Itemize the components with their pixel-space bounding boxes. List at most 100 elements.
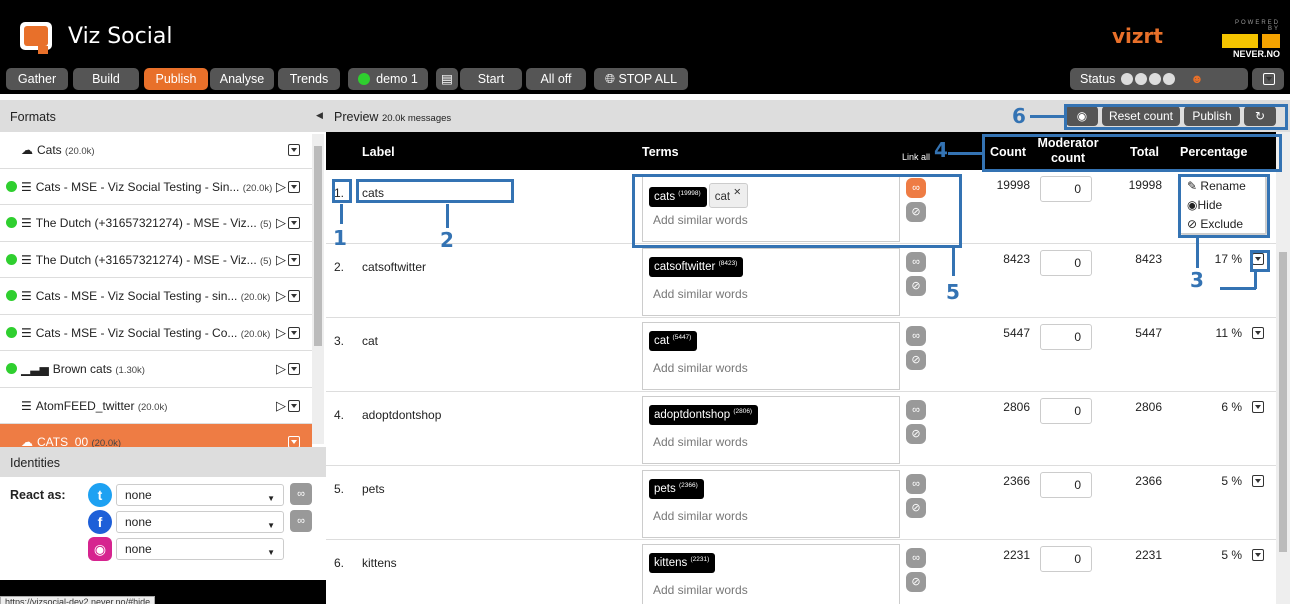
twitter-identity-select[interactable]: none ▼ [116,484,284,506]
tab-gather[interactable]: Gather [6,68,68,90]
menu-dropdown-icon[interactable] [1252,68,1284,90]
table-row: 3. cat cat (5447) Add similar words ∞ ⊘ … [326,318,1276,392]
row-count: 19998 [996,178,1030,192]
add-similar-words-input[interactable]: Add similar words [653,287,748,301]
unlink-icon[interactable]: ⊘ [906,424,926,444]
start-button[interactable]: Start [460,68,522,90]
play-icon[interactable]: ▷ [276,179,286,194]
facebook-identity-select[interactable]: none ▼ [116,511,284,533]
format-name: The Dutch (+31657321274) - MSE - Viz... [35,252,257,267]
stop-all-button[interactable]: 🌐︎ STOP ALL [594,68,688,90]
collapse-arrow-icon[interactable]: ◀ [316,110,323,121]
preview-scrollbar[interactable] [1276,132,1290,604]
play-icon[interactable]: ▷ [276,325,286,340]
app-title: Viz Social [68,24,173,49]
moderator-count-input[interactable]: 0 [1040,250,1092,276]
format-item[interactable]: ☰ The Dutch (+31657321274) - MSE - Viz...… [0,242,312,278]
row-count: 8423 [1003,252,1030,266]
row-label[interactable]: pets [362,482,385,496]
formats-scrollbar[interactable] [312,134,324,444]
term-tag[interactable]: pets (2366) [649,479,704,499]
format-name: The Dutch (+31657321274) - MSE - Viz... [35,216,257,230]
row-dropdown-icon[interactable] [1252,475,1264,487]
play-icon[interactable]: ▷ [276,215,286,230]
terms-box[interactable]: catsoftwitter (8423) Add similar words [642,248,900,316]
unlink-icon[interactable]: ⊘ [906,498,926,518]
format-item[interactable]: ☰ AtomFEED_twitter (20.0k) ▷ [0,388,312,424]
add-similar-words-input[interactable]: Add similar words [653,435,748,449]
all-off-button[interactable]: All off [526,68,586,90]
link-icon[interactable]: ∞ [906,252,926,272]
play-icon[interactable]: ▷ [276,398,286,413]
play-icon[interactable]: ▷ [276,252,286,267]
annotation-box-1 [332,179,352,203]
terms-box[interactable]: cat (5447) Add similar words [642,322,900,390]
link-icon[interactable]: ∞ [906,548,926,568]
identities-heading: Identities [0,447,326,477]
terms-box[interactable]: kittens (2231) Add similar words [642,544,900,604]
unlink-icon[interactable]: ⊘ [906,276,926,296]
dropdown-icon[interactable] [288,290,300,302]
row-number: 2. [334,260,345,274]
tab-publish[interactable]: Publish [144,68,208,90]
format-item[interactable]: ▁▃▅ Brown cats (1.30k) ▷ [0,351,312,388]
format-item[interactable]: ☰ The Dutch (+31657321274) - MSE - Viz...… [0,205,312,242]
link-icon[interactable]: ∞ [906,474,926,494]
row-dropdown-icon[interactable] [1252,401,1264,413]
format-item[interactable]: ☰ Cats - MSE - Viz Social Testing - sin..… [0,278,312,315]
moderator-count-input[interactable]: 0 [1040,472,1092,498]
dropdown-icon[interactable] [288,217,300,229]
row-label[interactable]: catsoftwitter [362,260,426,274]
dropdown-icon[interactable] [288,180,300,193]
book-icon[interactable]: ▤ [436,68,458,90]
row-total: 2366 [1135,474,1162,488]
link-all-button[interactable]: Link all [902,152,930,162]
user-icon[interactable]: ☻ [1190,72,1203,86]
dropdown-icon[interactable] [288,326,300,339]
link-icon[interactable]: ∞ [290,483,312,505]
term-tag[interactable]: kittens (2231) [649,553,716,573]
link-icon[interactable]: ∞ [906,400,926,420]
profile-button[interactable]: demo 1 [348,68,428,90]
play-icon[interactable]: ▷ [276,288,286,303]
row-label[interactable]: kittens [362,556,397,570]
add-similar-words-input[interactable]: Add similar words [653,361,748,375]
dropdown-icon[interactable] [288,144,300,156]
format-name: Cats - MSE - Viz Social Testing - Co... [35,325,238,340]
add-similar-words-input[interactable]: Add similar words [653,509,748,523]
terms-box[interactable]: pets (2366) Add similar words [642,470,900,538]
unlink-icon[interactable]: ⊘ [906,572,926,592]
live-status-icon [6,363,17,374]
term-tag[interactable]: cat (5447) [649,331,698,351]
term-tag[interactable]: adoptdontshop (2806) [649,405,759,425]
link-icon[interactable]: ∞ [290,510,312,532]
moderator-count-input[interactable]: 0 [1040,324,1092,350]
terms-box[interactable]: adoptdontshop (2806) Add similar words [642,396,900,464]
play-icon[interactable]: ▷ [276,361,286,376]
moderator-count-input[interactable]: 0 [1040,176,1092,202]
dropdown-icon[interactable] [288,253,300,266]
status-indicator[interactable]: Status ☻ [1070,68,1248,90]
moderator-count-input[interactable]: 0 [1040,546,1092,572]
facebook-identity-row: f none ▼ ∞ [88,510,318,534]
row-label[interactable]: cat [362,334,378,348]
tab-analyse[interactable]: Analyse [210,68,274,90]
annotation-arrow [1254,272,1257,289]
row-label[interactable]: adoptdontshop [362,408,441,422]
dropdown-icon[interactable] [288,363,300,375]
format-item[interactable]: ☰ Cats - MSE - Viz Social Testing - Co...… [0,315,312,351]
row-dropdown-icon[interactable] [1252,549,1264,561]
moderator-count-input[interactable]: 0 [1040,398,1092,424]
add-similar-words-input[interactable]: Add similar words [653,583,748,597]
instagram-identity-select[interactable]: none ▼ [116,538,284,560]
term-tag[interactable]: catsoftwitter (8423) [649,257,744,277]
row-total: 5447 [1135,326,1162,340]
format-item[interactable]: ☁︎ Cats (20.0k) [0,132,312,169]
row-dropdown-icon[interactable] [1252,327,1264,339]
dropdown-icon[interactable] [288,399,300,412]
tab-trends[interactable]: Trends [278,68,340,90]
link-icon[interactable]: ∞ [906,326,926,346]
tab-build[interactable]: Build [73,68,139,90]
format-item[interactable]: ☰ Cats - MSE - Viz Social Testing - Sin..… [0,169,312,205]
unlink-icon[interactable]: ⊘ [906,350,926,370]
